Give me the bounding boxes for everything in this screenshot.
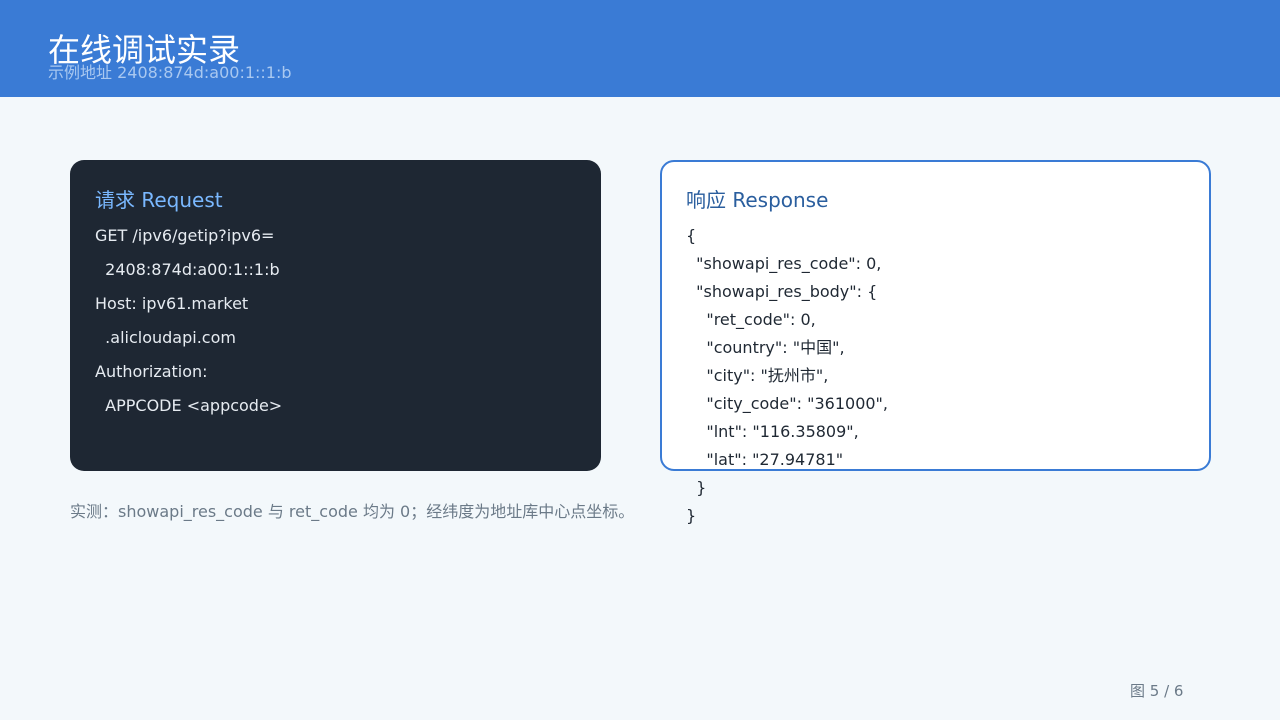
request-line: Authorization: [95, 362, 208, 381]
response-line: "city": "抚州市", [686, 366, 829, 385]
response-line: "country": "中国", [686, 338, 845, 357]
caption: 实测：showapi_res_code 与 ret_code 均为 0；经纬度为… [70, 502, 635, 521]
request-line: APPCODE <appcode> [95, 396, 283, 415]
request-heading: 请求 Request [95, 188, 223, 212]
request-line: 2408:874d:a00:1::1:b [95, 260, 280, 279]
request-line: .alicloudapi.com [95, 328, 236, 347]
response-line: } [686, 478, 707, 497]
response-line: "lnt": "116.35809", [686, 422, 859, 441]
response-heading: 响应 Response [686, 188, 829, 212]
response-line: "ret_code": 0, [686, 310, 816, 329]
response-line: "showapi_res_body": { [686, 282, 878, 301]
response-code-block: { "showapi_res_code": 0, "showapi_res_bo… [686, 224, 888, 532]
response-line: "showapi_res_code": 0, [686, 254, 882, 273]
response-card: 响应 Response { "showapi_res_code": 0, "sh… [660, 160, 1211, 525]
request-line: Host: ipv61.market [95, 294, 249, 313]
request-code-block: GET /ipv6/getip?ipv6= 2408:874d:a00:1::1… [95, 224, 282, 428]
response-line: "city_code": "361000", [686, 394, 888, 413]
page-indicator: 图 5 / 6 [1130, 682, 1184, 700]
request-line: GET /ipv6/getip?ipv6= [95, 226, 275, 245]
request-card: 请求 Request GET /ipv6/getip?ipv6= 2408:87… [70, 160, 601, 471]
slide-page: 在线调试实录 示例地址 2408:874d:a00:1::1:b 请求 Requ… [0, 0, 1280, 720]
response-line: "lat": "27.94781" [686, 450, 844, 469]
response-line: } [686, 506, 697, 525]
response-line: { [686, 226, 697, 245]
page-subtitle: 示例地址 2408:874d:a00:1::1:b [48, 63, 292, 82]
